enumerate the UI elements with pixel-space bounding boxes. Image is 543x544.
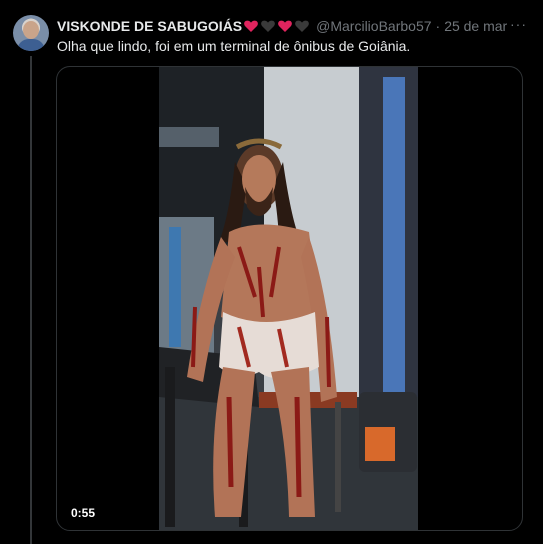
tweet-header: VISKONDE DE SABUGOIÁS @MarcilioBarbo57 ·… [57, 16, 527, 36]
avatar[interactable] [13, 15, 49, 51]
video-click-area[interactable] [57, 67, 522, 530]
red-heart-icon [244, 20, 258, 32]
video-duration: 0:55 [65, 504, 102, 522]
meta-separator: · [435, 18, 441, 34]
more-options-icon[interactable]: ··· [510, 16, 527, 32]
black-heart-icon [295, 20, 309, 32]
author-name[interactable]: VISKONDE DE SABUGOIÁS [57, 18, 242, 34]
thread-line [30, 56, 32, 544]
tweet-date[interactable]: 25 de mar [444, 18, 507, 34]
tweet-text: Olha que lindo, foi em um terminal de ôn… [57, 38, 411, 54]
video-player[interactable]: 0:55 [56, 66, 523, 531]
black-heart-icon [261, 20, 275, 32]
avatar-face [23, 21, 39, 39]
avatar-shirt [17, 39, 45, 51]
tweet-meta: @MarcilioBarbo57 · 25 de mar [316, 18, 507, 34]
author-handle[interactable]: @MarcilioBarbo57 [316, 18, 431, 34]
red-heart-icon [278, 20, 292, 32]
name-emojis [243, 18, 310, 34]
